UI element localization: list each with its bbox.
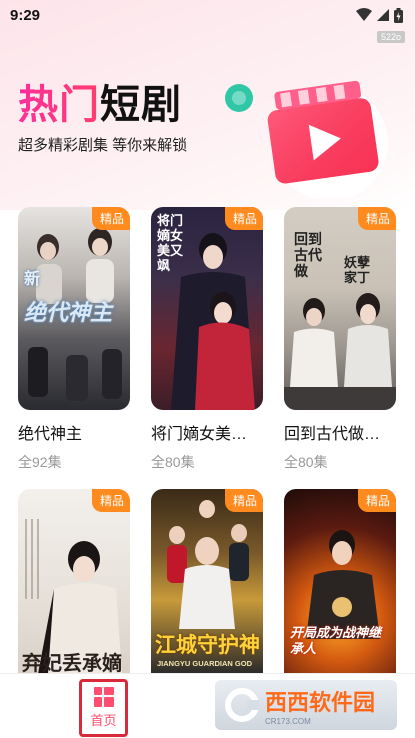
battery-icon bbox=[394, 7, 403, 23]
poster-title-text: 开局成为战神继承人 bbox=[290, 625, 382, 656]
wifi-icon bbox=[356, 8, 372, 21]
poster-small-text: JIANGYU GUARDIAN GOD bbox=[157, 659, 253, 668]
poster-title-text: 回到古代做 bbox=[294, 231, 322, 279]
drama-card[interactable]: 精品 新 绝代神主 绝代神主 全92集 bbox=[18, 207, 130, 472]
drama-card[interactable]: 精品 江城守护神 JIANGYU GUARDIAN GOD bbox=[151, 489, 263, 674]
title-highlight: 热门 bbox=[18, 83, 100, 127]
premium-badge: 精品 bbox=[91, 207, 130, 230]
drama-poster[interactable]: 精品 回到古代做 妖孽家丁 bbox=[284, 207, 396, 410]
watermark-c-icon bbox=[225, 688, 259, 722]
poster-small-text: 妖孽家丁 bbox=[344, 255, 371, 285]
home-grid-icon bbox=[93, 687, 114, 707]
premium-badge: 精品 bbox=[91, 489, 130, 512]
nav-home-label: 首页 bbox=[90, 713, 117, 728]
drama-title[interactable]: 绝代神主 bbox=[18, 420, 130, 444]
episode-count: 全80集 bbox=[151, 454, 195, 470]
episode-count: 全92集 bbox=[18, 454, 62, 470]
drama-poster[interactable]: 精品 弃妃丢承嫡 bbox=[18, 489, 130, 674]
drama-card[interactable]: 精品 弃妃丢承嫡 bbox=[18, 489, 130, 674]
drama-poster[interactable]: 精品 将门嫡女美又飒 bbox=[151, 207, 263, 410]
drama-title[interactable]: 将门嫡女美… bbox=[151, 420, 263, 444]
drama-card[interactable]: 精品 开局成为战神继承人 bbox=[284, 489, 396, 674]
status-time: 9:29 bbox=[10, 6, 41, 24]
version-badge: 522o bbox=[376, 31, 405, 43]
drama-poster[interactable]: 精品 江城守护神 JIANGYU GUARDIAN GOD bbox=[151, 489, 263, 674]
watermark-main-text: 西西软件园 bbox=[265, 689, 376, 715]
drama-title[interactable]: 回到古代做… bbox=[284, 420, 396, 444]
poster-small-text: 新 bbox=[24, 271, 41, 288]
watermark-logo: 西西软件园 CR173.COM bbox=[215, 680, 397, 730]
drama-card[interactable]: 精品 将门嫡女美又飒 将门嫡女美… 全80集 bbox=[151, 207, 263, 472]
drama-card[interactable]: 精品 回到古代做 妖孽家丁 回到古代做… 全80集 bbox=[284, 207, 396, 472]
watermark-sub-text: CR173.COM bbox=[265, 716, 311, 726]
page-subtitle: 超多精彩剧集 等你来解锁 bbox=[18, 137, 188, 154]
poster-title-text: 绝代神主 bbox=[24, 300, 113, 325]
cell-signal-icon bbox=[377, 9, 389, 21]
poster-title-text: 弃妃丢承嫡 bbox=[22, 653, 122, 674]
status-icons bbox=[356, 7, 403, 23]
poster-title-text: 江城守护神 bbox=[155, 634, 260, 657]
drama-poster[interactable]: 精品 开局成为战神继承人 bbox=[284, 489, 396, 674]
drama-poster[interactable]: 精品 新 绝代神主 bbox=[18, 207, 130, 410]
clapperboard-play-illustration bbox=[225, 80, 388, 198]
premium-badge: 精品 bbox=[224, 489, 263, 512]
nav-home-tab[interactable]: 首页 bbox=[79, 679, 128, 737]
poster-title-text: 将门嫡女美又飒 bbox=[157, 213, 184, 273]
page-title: 热门短剧 bbox=[18, 72, 182, 130]
premium-badge: 精品 bbox=[224, 207, 263, 230]
title-main: 短剧 bbox=[100, 83, 182, 127]
premium-badge: 精品 bbox=[357, 207, 396, 230]
premium-badge: 精品 bbox=[357, 489, 396, 512]
status-bar: 9:29 bbox=[0, 0, 415, 30]
episode-count: 全80集 bbox=[284, 454, 328, 470]
